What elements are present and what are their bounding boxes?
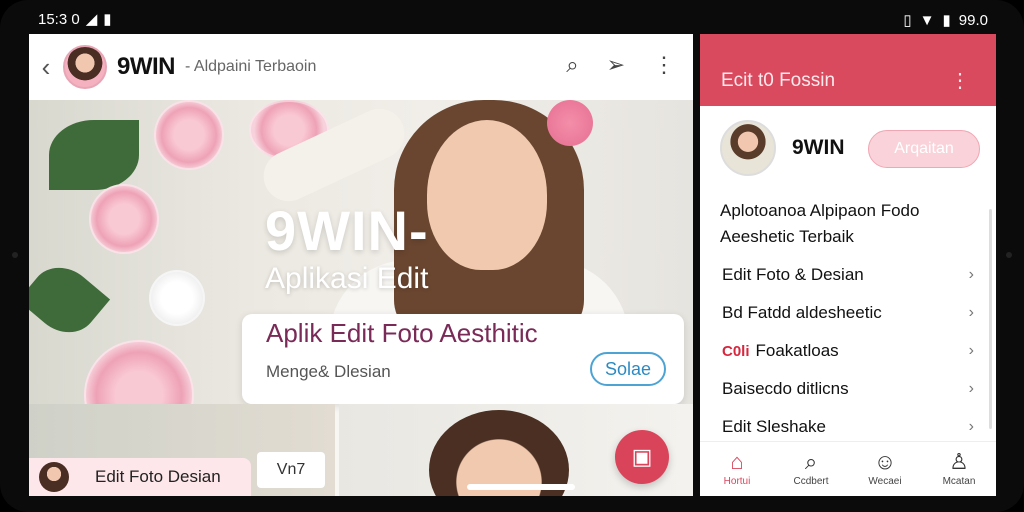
hero-banner[interactable]: 9WIN- Aplikasi Edit Aplik Edit Foto Aest… — [29, 100, 693, 496]
chip-label: Edit Foto Desian — [95, 467, 221, 486]
bookmark-fab[interactable]: ▣ — [615, 430, 669, 484]
menu-item-label: Baisecdo ditlicns — [722, 379, 849, 398]
menu-item-tag: C0li — [722, 342, 750, 360]
hair-flower — [547, 100, 593, 146]
nav-face[interactable]: ☺ Wecaei — [848, 442, 922, 496]
right-app-panel: Ecit t0 Fossin ⋮ 9WIN Arqaitan Aplotoano… — [700, 34, 996, 496]
right-header: Ecit t0 Fossin ⋮ — [700, 34, 996, 106]
tag-badge[interactable]: Vn7 — [257, 452, 325, 488]
menu-item[interactable]: Edit Foto & Desian › — [700, 256, 996, 294]
avatar — [39, 462, 69, 492]
hero-title: 9WIN- — [265, 199, 429, 262]
right-header-title: Ecit t0 Fossin — [721, 70, 836, 91]
app-top-bar: ‹ 9WIN - Aldpaini Terbaoin ⌕ ➢ ⋮ — [29, 34, 693, 100]
wifi-icon: ▼ — [919, 11, 935, 29]
avatar[interactable] — [63, 45, 107, 89]
rose-decoration — [154, 100, 224, 170]
nav-label: Hortui — [723, 476, 751, 487]
back-icon[interactable]: ‹ — [29, 52, 63, 83]
menu-item-label: Edit Sleshake — [722, 417, 826, 436]
rose-decoration — [89, 184, 159, 254]
avatar[interactable] — [720, 120, 776, 176]
status-bar-left: 15:3 0 ◢ ▮ — [38, 10, 112, 29]
menu-item-label: Edit Foto & Desian — [722, 265, 864, 284]
left-app-panel: ‹ 9WIN - Aldpaini Terbaoin ⌕ ➢ ⋮ 9WIN- A… — [29, 34, 693, 496]
edit-photo-chip[interactable]: Edit Foto Desian — [29, 458, 251, 496]
nav-label: Wecaei — [868, 476, 902, 487]
card-title: Aplik Edit Foto Aesthitic — [266, 318, 538, 348]
hero-subtitle: Aplikasi Edit — [265, 262, 429, 295]
app-description: Aplotoanoa Alpipaon Fodo Aeeshetic Terba… — [720, 201, 920, 246]
status-bar-right: ▯ ▼ ▮ 99.0 — [903, 11, 988, 30]
promo-card[interactable]: Aplik Edit Foto Aesthitic Menge& Dlesian… — [242, 314, 684, 404]
scrollbar[interactable] — [989, 209, 992, 429]
profile-action-button[interactable]: Arqaitan — [868, 130, 980, 168]
leaf-decoration — [49, 120, 139, 190]
chevron-right-icon: › — [968, 266, 974, 283]
leaf-decoration — [29, 254, 111, 346]
nav-label: Ccdbert — [793, 476, 829, 487]
nav-home[interactable]: ⌂ Hortui — [700, 442, 774, 496]
battery-icon: ▮ — [942, 12, 951, 29]
battery-level: 99.0 — [958, 11, 988, 29]
brand-name: 9WIN — [117, 53, 176, 80]
more-vert-icon[interactable]: ⋮ — [950, 68, 970, 93]
vibrate-icon: ▯ — [903, 12, 912, 29]
share-icon[interactable]: ➢ — [607, 52, 625, 78]
menu-item[interactable]: Baisecdo ditlicns › — [700, 370, 996, 408]
chevron-right-icon: › — [968, 380, 974, 397]
chevron-right-icon: › — [968, 418, 974, 435]
signal-icon: ◢ — [85, 11, 98, 28]
chevron-right-icon: › — [968, 342, 974, 359]
profile-row: 9WIN Arqaitan — [700, 106, 996, 196]
menu-item-label: Foakatloas — [755, 341, 839, 360]
chevron-right-icon: › — [968, 304, 974, 321]
camera-dot — [1006, 252, 1012, 258]
menu-item-label: Bd Fatdd aldesheetic — [722, 303, 882, 322]
profile-name: 9WIN — [792, 136, 845, 159]
settings-menu: Edit Foto & Desian › Bd Fatdd aldesheeti… — [700, 256, 996, 446]
more-vert-icon[interactable]: ⋮ — [653, 52, 675, 78]
nav-search[interactable]: ⌕ Ccdbert — [774, 442, 848, 496]
status-time: 15:3 0 — [38, 10, 80, 28]
home-icon: ⌂ — [730, 449, 744, 474]
search-icon[interactable]: ⌕ — [566, 52, 578, 78]
device-frame: 15:3 0 ◢ ▮ ▯ ▼ ▮ 99.0 ‹ 9WIN - Aldpaini … — [0, 0, 1024, 512]
rose-decoration — [149, 270, 205, 326]
camera-dot — [12, 252, 18, 258]
card-subtitle: Menge& Dlesian — [266, 362, 391, 381]
home-indicator[interactable] — [467, 484, 575, 490]
card-action-button[interactable]: Solae — [590, 352, 666, 386]
nav-label: Mcatan — [942, 476, 976, 487]
menu-item[interactable]: Bd Fatdd aldesheetic › — [700, 294, 996, 332]
search-icon: ⌕ — [804, 449, 818, 474]
nav-profile[interactable]: ♙ Mcatan — [922, 442, 996, 496]
face-icon: ☺ — [873, 449, 897, 474]
bottom-navigation: ⌂ Hortui ⌕ Ccdbert ☺ Wecaei ♙ Mcatan — [700, 441, 996, 496]
battery-small-icon: ▮ — [103, 11, 112, 28]
profile-icon: ♙ — [949, 449, 969, 474]
bookmark-icon: ▣ — [631, 444, 653, 469]
menu-item[interactable]: C0li Foakatloas › — [700, 332, 996, 370]
header-subtitle: - Aldpaini Terbaoin — [185, 58, 317, 75]
